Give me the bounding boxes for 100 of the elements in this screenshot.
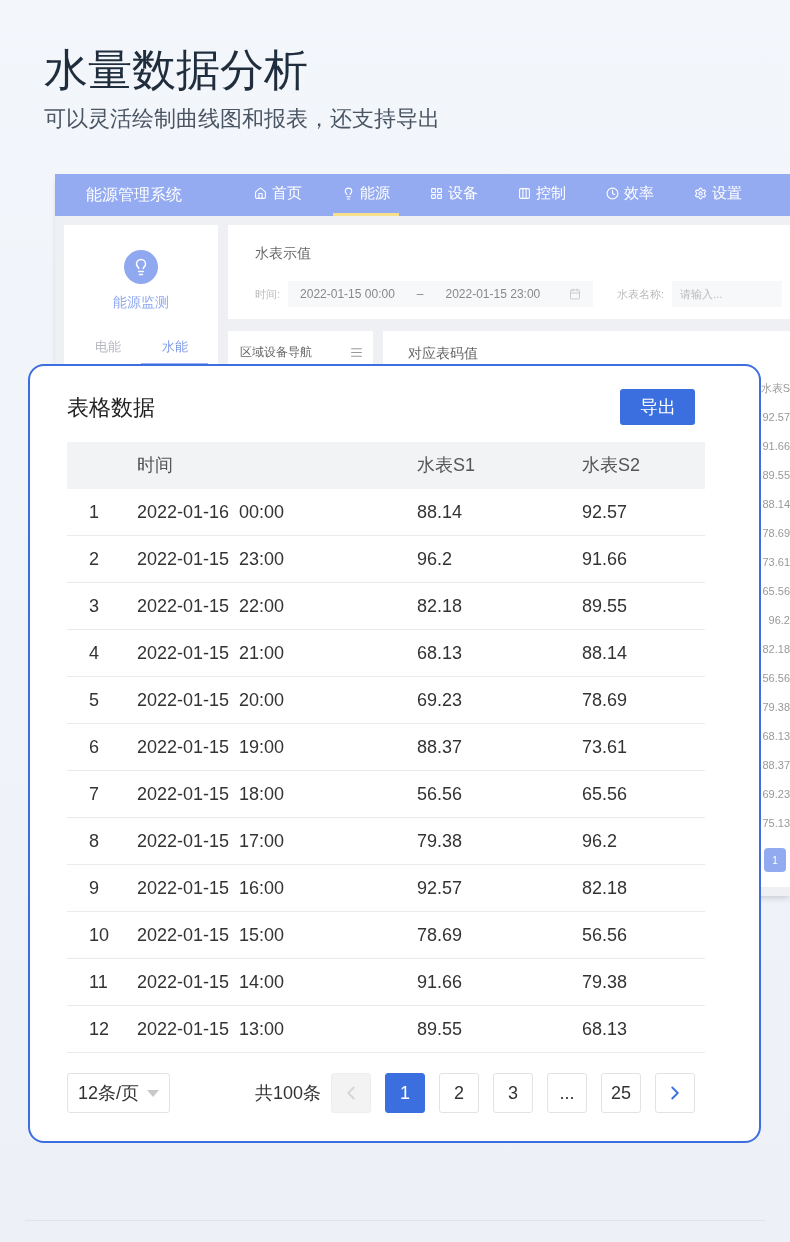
page-button[interactable]: 1: [764, 848, 786, 872]
table-cell-text: 88.37: [762, 758, 790, 773]
table-cell-text: 65.56: [582, 782, 629, 806]
app-title: 能源管理系统: [86, 185, 182, 205]
page-button[interactable]: 1: [385, 1073, 425, 1113]
table-cell-text: 91.66: [582, 547, 629, 571]
table-cell-text: 89.55: [417, 1017, 464, 1041]
table-cell-text: 2022-01-15 17:00: [137, 829, 286, 853]
row-index: 8: [88, 829, 100, 853]
page-button[interactable]: 2: [439, 1073, 479, 1113]
table-cell-text: 92.57: [762, 410, 790, 425]
nav-tab[interactable]: 设置: [685, 174, 751, 216]
table-cell-text: 75.13: [762, 816, 790, 831]
nav-tab[interactable]: 控制: [509, 174, 575, 216]
table-cell-text: 78.69: [762, 526, 790, 541]
table-cell-text: 56.56: [417, 782, 464, 806]
nav-tab[interactable]: 效率: [597, 174, 663, 216]
table-cell-text: 69.23: [762, 787, 790, 802]
table-cell-text: 88.14: [417, 500, 464, 524]
row-index: 9: [88, 876, 100, 900]
column-header: 水表S2: [582, 454, 642, 477]
table-cell-text: 82.18: [417, 594, 464, 618]
row-index: 7: [88, 782, 100, 806]
energy-tab[interactable]: 电能: [74, 337, 141, 365]
table-cell-text: 2022-01-15 19:00: [137, 735, 286, 759]
page-size-select[interactable]: 12条/页: [67, 1073, 170, 1113]
table-cell-text: 78.69: [582, 688, 629, 712]
table-cell-text: 79.38: [762, 700, 790, 715]
table-cell-text: 2022-01-15 15:00: [137, 923, 286, 947]
table-cell-text: 88.14: [582, 641, 629, 665]
row-index: 12: [88, 1017, 111, 1041]
table-cell-text: 88.37: [417, 735, 464, 759]
home-icon: [254, 187, 267, 200]
table-cell-text: 2022-01-15 18:00: [137, 782, 286, 806]
table-cell-text: 68.13: [762, 729, 790, 744]
table-cell-text: 96.2: [582, 829, 619, 853]
table-cell-text: 68.13: [417, 641, 464, 665]
lightbulb-icon: [342, 187, 355, 200]
row-index: 10: [88, 923, 111, 947]
table-cell-text: 2022-01-15 16:00: [137, 876, 286, 900]
column-header: 水表S1: [417, 454, 477, 477]
column-header: 时间: [137, 454, 174, 477]
table-cell-text: 73.61: [762, 555, 790, 570]
row-index: 2: [88, 547, 100, 571]
table-cell-text: 2022-01-15 21:00: [137, 641, 286, 665]
table-cell-text: 2022-01-16 00:00: [137, 500, 286, 524]
table-cell-text: 2022-01-15 14:00: [137, 970, 286, 994]
table-cell-text: 82.18: [582, 876, 629, 900]
nav-tab[interactable]: 设备: [421, 174, 487, 216]
field-label: 时间:: [255, 286, 281, 302]
table-cell-text: 2022-01-15 20:00: [137, 688, 286, 712]
table-cell-text: 91.66: [417, 970, 464, 994]
table-cell-text: 69.23: [417, 688, 464, 712]
bars-icon: [518, 187, 531, 200]
table-cell-text: 89.55: [582, 594, 629, 618]
table-cell-text: 65.56: [762, 584, 790, 599]
field-label: 水表名称:: [617, 286, 665, 302]
grid-icon: [430, 187, 443, 200]
table-cell-text: 96.2: [417, 547, 454, 571]
table-cell-text: 88.14: [762, 497, 790, 512]
page-button[interactable]: 3: [493, 1073, 533, 1113]
row-index: 11: [88, 970, 109, 994]
table-cell-text: 79.38: [417, 829, 464, 853]
menu-icon[interactable]: [350, 345, 363, 359]
table-cell-text: 2022-01-15 13:00: [137, 1017, 286, 1041]
gear-icon: [694, 187, 707, 200]
total-count: 共100条: [254, 1081, 321, 1105]
caret-icon: [147, 1089, 159, 1097]
row-index: 4: [88, 641, 100, 665]
row-index: 1: [88, 500, 100, 524]
page-subtitle: 可以灵活绘制曲线图和报表，还支持导出: [44, 105, 440, 133]
table-cell-text: 2022-01-15 22:00: [137, 594, 286, 618]
table-cell-text: 96.2: [768, 613, 790, 628]
table-cell-text: 68.13: [582, 1017, 629, 1041]
export-button[interactable]: 导出: [620, 389, 695, 425]
panel-title: 水表示值: [255, 245, 311, 261]
lightbulb-icon: [124, 250, 158, 284]
table-cell-text: 2022-01-15 23:00: [137, 547, 286, 571]
table-cell-text: 91.66: [762, 439, 790, 454]
row-index: 6: [88, 735, 100, 759]
nav-tab[interactable]: 能源: [333, 174, 399, 216]
row-index: 5: [88, 688, 100, 712]
table-cell-text: 92.57: [417, 876, 464, 900]
page-button[interactable]: ...: [547, 1073, 587, 1113]
column-header: 水表S: [760, 381, 790, 396]
table-cell-text: 56.56: [762, 671, 790, 686]
table-cell-text: 78.69: [417, 923, 464, 947]
table-cell-text: 92.57: [582, 500, 629, 524]
date-range-field[interactable]: 2022-01-15 00:00 – 2022-01-15 23:00: [288, 281, 594, 307]
table-cell-text: 79.38: [582, 970, 629, 994]
panel-title: 对应表码值: [407, 344, 478, 363]
table-cell-text: 56.56: [582, 923, 629, 947]
panel-title: 区域设备导航: [240, 344, 312, 361]
clock-icon: [606, 187, 619, 200]
page-button[interactable]: 25: [601, 1073, 641, 1113]
nav-tab[interactable]: 首页: [245, 174, 311, 216]
next-page-button[interactable]: [655, 1073, 695, 1113]
side-label: 能源监测: [113, 293, 169, 312]
row-index: 3: [88, 594, 100, 618]
page-title: 水量数据分析: [44, 44, 308, 96]
